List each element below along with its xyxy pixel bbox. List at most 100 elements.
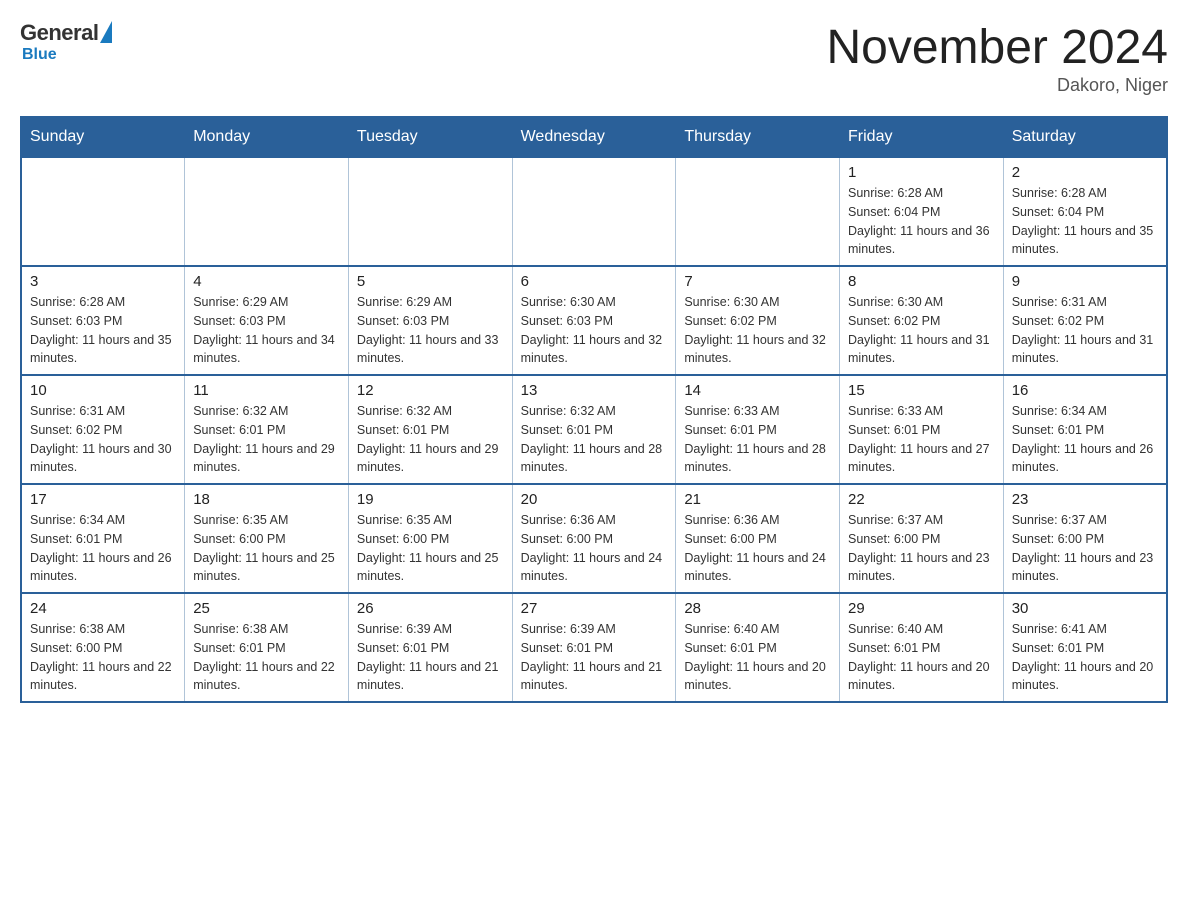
calendar-day-cell: 28 Sunrise: 6:40 AM Sunset: 6:01 PM Dayli… — [676, 593, 840, 702]
day-info: Sunrise: 6:32 AM Sunset: 6:01 PM Dayligh… — [357, 402, 504, 477]
day-number: 29 — [848, 600, 995, 617]
day-info: Sunrise: 6:28 AM Sunset: 6:04 PM Dayligh… — [1012, 184, 1158, 259]
calendar-week-row: 24 Sunrise: 6:38 AM Sunset: 6:00 PM Dayli… — [21, 593, 1167, 702]
calendar-day-cell: 25 Sunrise: 6:38 AM Sunset: 6:01 PM Dayli… — [185, 593, 349, 702]
day-info: Sunrise: 6:37 AM Sunset: 6:00 PM Dayligh… — [848, 511, 995, 586]
day-info: Sunrise: 6:29 AM Sunset: 6:03 PM Dayligh… — [357, 293, 504, 368]
calendar-day-cell: 29 Sunrise: 6:40 AM Sunset: 6:01 PM Dayli… — [840, 593, 1004, 702]
day-number: 28 — [684, 600, 831, 617]
day-number: 3 — [30, 273, 176, 290]
day-info: Sunrise: 6:36 AM Sunset: 6:00 PM Dayligh… — [684, 511, 831, 586]
calendar-week-row: 17Sunrise: 6:34 AM Sunset: 6:01 PM Dayli… — [21, 484, 1167, 593]
calendar-header-monday: Monday — [185, 117, 349, 157]
day-info: Sunrise: 6:40 AM Sunset: 6:01 PM Dayligh… — [684, 620, 831, 695]
calendar-day-cell: 14 Sunrise: 6:33 AM Sunset: 6:01 PM Dayli… — [676, 375, 840, 484]
day-number: 12 — [357, 382, 504, 399]
day-info: Sunrise: 6:38 AM Sunset: 6:00 PM Dayligh… — [30, 620, 176, 695]
day-number: 20 — [521, 491, 668, 508]
day-number: 15 — [848, 382, 995, 399]
day-number: 1 — [848, 164, 995, 181]
calendar-week-row: 1 Sunrise: 6:28 AM Sunset: 6:04 PM Daylig… — [21, 157, 1167, 266]
day-number: 25 — [193, 600, 340, 617]
day-number: 9 — [1012, 273, 1158, 290]
calendar-header-row: SundayMondayTuesdayWednesdayThursdayFrid… — [21, 117, 1167, 157]
calendar-header-tuesday: Tuesday — [348, 117, 512, 157]
day-info: Sunrise: 6:33 AM Sunset: 6:01 PM Dayligh… — [684, 402, 831, 477]
calendar-day-cell: 6 Sunrise: 6:30 AM Sunset: 6:03 PM Daylig… — [512, 266, 676, 375]
location: Dakoro, Niger — [826, 75, 1168, 96]
logo: General Blue — [20, 20, 114, 64]
day-info: Sunrise: 6:31 AM Sunset: 6:02 PM Dayligh… — [1012, 293, 1158, 368]
calendar-day-cell — [185, 157, 349, 266]
day-info: Sunrise: 6:32 AM Sunset: 6:01 PM Dayligh… — [193, 402, 340, 477]
calendar-day-cell: 18Sunrise: 6:35 AM Sunset: 6:00 PM Dayli… — [185, 484, 349, 593]
calendar-header-wednesday: Wednesday — [512, 117, 676, 157]
calendar-day-cell: 7 Sunrise: 6:30 AM Sunset: 6:02 PM Daylig… — [676, 266, 840, 375]
calendar-day-cell: 12 Sunrise: 6:32 AM Sunset: 6:01 PM Dayli… — [348, 375, 512, 484]
day-info: Sunrise: 6:31 AM Sunset: 6:02 PM Dayligh… — [30, 402, 176, 477]
calendar-day-cell — [512, 157, 676, 266]
calendar-day-cell — [21, 157, 185, 266]
calendar-day-cell: 30 Sunrise: 6:41 AM Sunset: 6:01 PM Dayli… — [1003, 593, 1167, 702]
day-info: Sunrise: 6:35 AM Sunset: 6:00 PM Dayligh… — [357, 511, 504, 586]
calendar-day-cell: 1 Sunrise: 6:28 AM Sunset: 6:04 PM Daylig… — [840, 157, 1004, 266]
day-info: Sunrise: 6:41 AM Sunset: 6:01 PM Dayligh… — [1012, 620, 1158, 695]
calendar-header-sunday: Sunday — [21, 117, 185, 157]
day-info: Sunrise: 6:39 AM Sunset: 6:01 PM Dayligh… — [521, 620, 668, 695]
day-number: 2 — [1012, 164, 1158, 181]
logo-underline-text: Blue — [22, 46, 57, 64]
day-number: 16 — [1012, 382, 1158, 399]
day-number: 13 — [521, 382, 668, 399]
title-block: November 2024 Dakoro, Niger — [826, 20, 1168, 96]
day-number: 23 — [1012, 491, 1158, 508]
day-number: 4 — [193, 273, 340, 290]
day-number: 14 — [684, 382, 831, 399]
calendar-day-cell: 3Sunrise: 6:28 AM Sunset: 6:03 PM Daylig… — [21, 266, 185, 375]
calendar-day-cell: 21 Sunrise: 6:36 AM Sunset: 6:00 PM Dayli… — [676, 484, 840, 593]
calendar-header-friday: Friday — [840, 117, 1004, 157]
day-number: 26 — [357, 600, 504, 617]
day-number: 8 — [848, 273, 995, 290]
day-number: 24 — [30, 600, 176, 617]
calendar-day-cell: 13 Sunrise: 6:32 AM Sunset: 6:01 PM Dayli… — [512, 375, 676, 484]
calendar-day-cell: 4Sunrise: 6:29 AM Sunset: 6:03 PM Daylig… — [185, 266, 349, 375]
calendar-table: SundayMondayTuesdayWednesdayThursdayFrid… — [20, 116, 1168, 703]
calendar-day-cell: 2 Sunrise: 6:28 AM Sunset: 6:04 PM Daylig… — [1003, 157, 1167, 266]
calendar-header-saturday: Saturday — [1003, 117, 1167, 157]
calendar-day-cell: 27 Sunrise: 6:39 AM Sunset: 6:01 PM Dayli… — [512, 593, 676, 702]
day-info: Sunrise: 6:30 AM Sunset: 6:03 PM Dayligh… — [521, 293, 668, 368]
day-info: Sunrise: 6:33 AM Sunset: 6:01 PM Dayligh… — [848, 402, 995, 477]
day-number: 18 — [193, 491, 340, 508]
calendar-week-row: 3Sunrise: 6:28 AM Sunset: 6:03 PM Daylig… — [21, 266, 1167, 375]
calendar-day-cell: 22Sunrise: 6:37 AM Sunset: 6:00 PM Dayli… — [840, 484, 1004, 593]
calendar-day-cell — [348, 157, 512, 266]
day-info: Sunrise: 6:32 AM Sunset: 6:01 PM Dayligh… — [521, 402, 668, 477]
calendar-day-cell: 26 Sunrise: 6:39 AM Sunset: 6:01 PM Dayli… — [348, 593, 512, 702]
calendar-day-cell: 15 Sunrise: 6:33 AM Sunset: 6:01 PM Dayli… — [840, 375, 1004, 484]
day-number: 6 — [521, 273, 668, 290]
day-info: Sunrise: 6:28 AM Sunset: 6:04 PM Dayligh… — [848, 184, 995, 259]
day-number: 7 — [684, 273, 831, 290]
calendar-day-cell: 19 Sunrise: 6:35 AM Sunset: 6:00 PM Dayli… — [348, 484, 512, 593]
day-info: Sunrise: 6:40 AM Sunset: 6:01 PM Dayligh… — [848, 620, 995, 695]
page-header: General Blue November 2024 Dakoro, Niger — [20, 20, 1168, 96]
calendar-day-cell: 23 Sunrise: 6:37 AM Sunset: 6:00 PM Dayli… — [1003, 484, 1167, 593]
day-number: 21 — [684, 491, 831, 508]
day-number: 30 — [1012, 600, 1158, 617]
day-info: Sunrise: 6:30 AM Sunset: 6:02 PM Dayligh… — [684, 293, 831, 368]
calendar-header-thursday: Thursday — [676, 117, 840, 157]
day-info: Sunrise: 6:38 AM Sunset: 6:01 PM Dayligh… — [193, 620, 340, 695]
logo-general-text: General — [20, 20, 98, 46]
calendar-day-cell: 8Sunrise: 6:30 AM Sunset: 6:02 PM Daylig… — [840, 266, 1004, 375]
day-info: Sunrise: 6:36 AM Sunset: 6:00 PM Dayligh… — [521, 511, 668, 586]
day-number: 10 — [30, 382, 176, 399]
day-info: Sunrise: 6:39 AM Sunset: 6:01 PM Dayligh… — [357, 620, 504, 695]
calendar-day-cell: 5 Sunrise: 6:29 AM Sunset: 6:03 PM Daylig… — [348, 266, 512, 375]
day-number: 19 — [357, 491, 504, 508]
logo-triangle-icon — [100, 21, 112, 43]
calendar-day-cell: 16Sunrise: 6:34 AM Sunset: 6:01 PM Dayli… — [1003, 375, 1167, 484]
day-number: 27 — [521, 600, 668, 617]
day-number: 5 — [357, 273, 504, 290]
day-info: Sunrise: 6:37 AM Sunset: 6:00 PM Dayligh… — [1012, 511, 1158, 586]
calendar-day-cell: 9 Sunrise: 6:31 AM Sunset: 6:02 PM Daylig… — [1003, 266, 1167, 375]
